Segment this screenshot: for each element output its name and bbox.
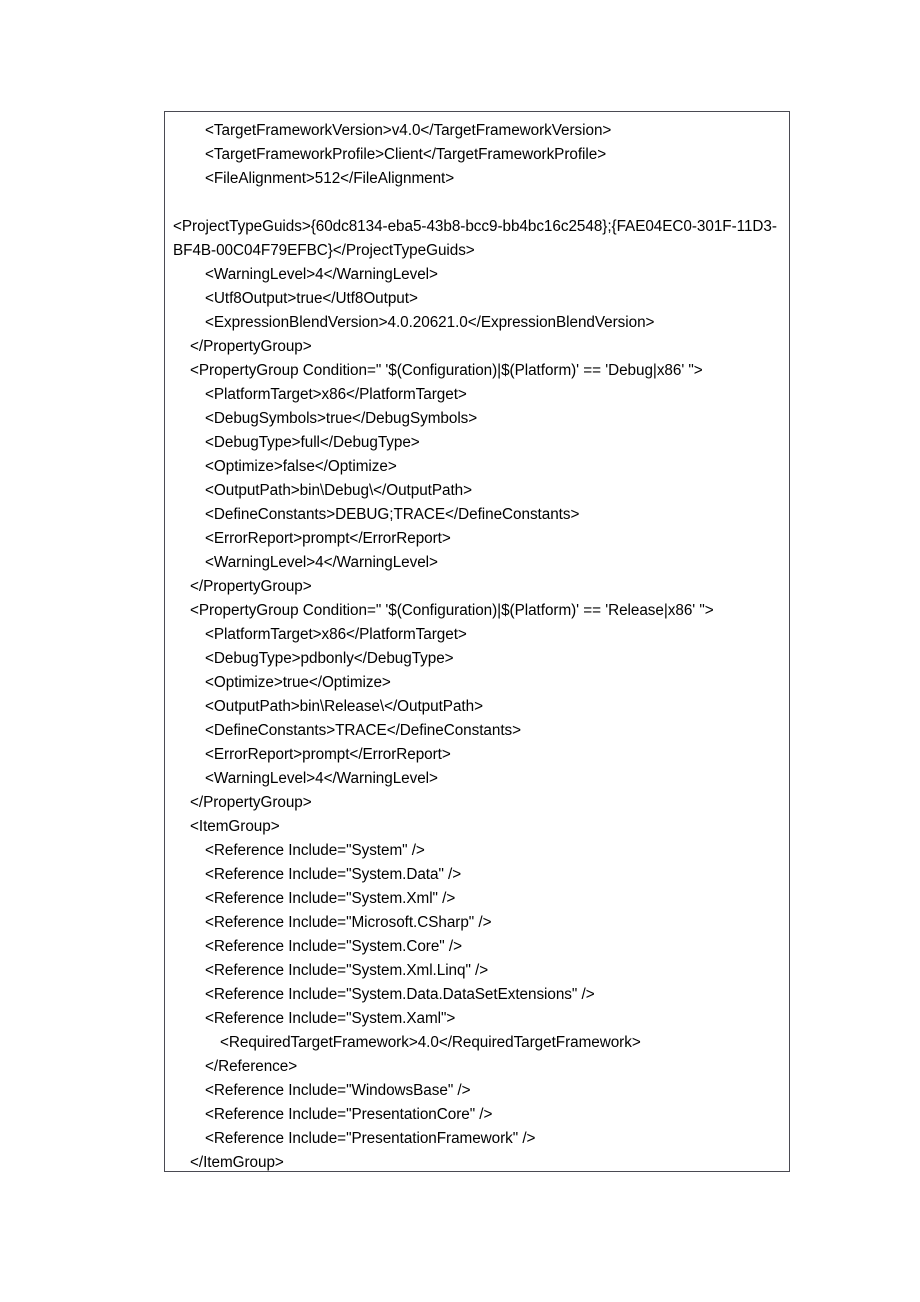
code-line: <Optimize>true</Optimize> — [205, 674, 391, 691]
code-line: <Reference Include="System.Xaml"> — [205, 1010, 456, 1027]
code-line: <OutputPath>bin\Debug\</OutputPath> — [205, 482, 472, 499]
code-line: <WarningLevel>4</WarningLevel> — [205, 770, 438, 787]
code-line: <Utf8Output>true</Utf8Output> — [205, 290, 418, 307]
code-line: <DefineConstants>TRACE</DefineConstants> — [205, 722, 522, 739]
code-line: <PropertyGroup Condition=" '$(Configurat… — [190, 362, 703, 379]
code-line: <Reference Include="Microsoft.CSharp" /> — [205, 914, 492, 931]
code-line: <TargetFrameworkProfile>Client</TargetFr… — [205, 146, 607, 163]
code-line: <Optimize>false</Optimize> — [205, 458, 397, 475]
code-line: <FileAlignment>512</FileAlignment> — [205, 170, 455, 187]
code-line: <WarningLevel>4</WarningLevel> — [205, 554, 438, 571]
code-line: <DebugType>pdbonly</DebugType> — [205, 650, 454, 667]
code-line: <Reference Include="PresentationCore" /> — [205, 1106, 493, 1123]
code-line: </PropertyGroup> — [190, 794, 312, 811]
code-line: <RequiredTargetFramework>4.0</RequiredTa… — [220, 1034, 641, 1051]
code-line: <DefineConstants>DEBUG;TRACE</DefineCons… — [205, 506, 580, 523]
code-line: <ExpressionBlendVersion>4.0.20621.0</Exp… — [205, 314, 655, 331]
code-line: <TargetFrameworkVersion>v4.0</TargetFram… — [205, 122, 612, 139]
code-line: <PlatformTarget>x86</PlatformTarget> — [205, 626, 467, 643]
code-line: <Reference Include="PresentationFramewor… — [205, 1130, 536, 1147]
code-line: <PlatformTarget>x86</PlatformTarget> — [205, 386, 467, 403]
code-line: <Reference Include="WindowsBase" /> — [205, 1082, 471, 1099]
code-listing-frame: <TargetFrameworkVersion>v4.0</TargetFram… — [164, 111, 790, 1172]
code-line: <Reference Include="System" /> — [205, 842, 425, 859]
code-line: <WarningLevel>4</WarningLevel> — [205, 266, 438, 283]
code-line: <Reference Include="System.Xml" /> — [205, 890, 456, 907]
code-line: </ItemGroup> — [190, 1154, 284, 1171]
code-line: <PropertyGroup Condition=" '$(Configurat… — [190, 602, 714, 619]
code-line: <Reference Include="System.Core" /> — [205, 938, 462, 955]
code-line: <ItemGroup> — [190, 818, 280, 835]
code-line: </Reference> — [205, 1058, 298, 1075]
code-line: <Reference Include="System.Xml.Linq" /> — [205, 962, 489, 979]
code-line: <ErrorReport>prompt</ErrorReport> — [205, 530, 451, 547]
code-line: <ErrorReport>prompt</ErrorReport> — [205, 746, 451, 763]
code-line: <OutputPath>bin\Release\</OutputPath> — [205, 698, 483, 715]
code-line: <Reference Include="System.Data.DataSetE… — [205, 986, 595, 1003]
code-line: <Reference Include="System.Data" /> — [205, 866, 462, 883]
code-listing-lines: <TargetFrameworkVersion>v4.0</TargetFram… — [165, 112, 789, 1171]
code-line: </PropertyGroup> — [190, 578, 312, 595]
code-line: <DebugSymbols>true</DebugSymbols> — [205, 410, 478, 427]
code-line: <DebugType>full</DebugType> — [205, 434, 420, 451]
code-line: </PropertyGroup> — [190, 338, 312, 355]
code-line: <ProjectTypeGuids>{60dc8134-eba5-43b8-bc… — [173, 218, 777, 259]
